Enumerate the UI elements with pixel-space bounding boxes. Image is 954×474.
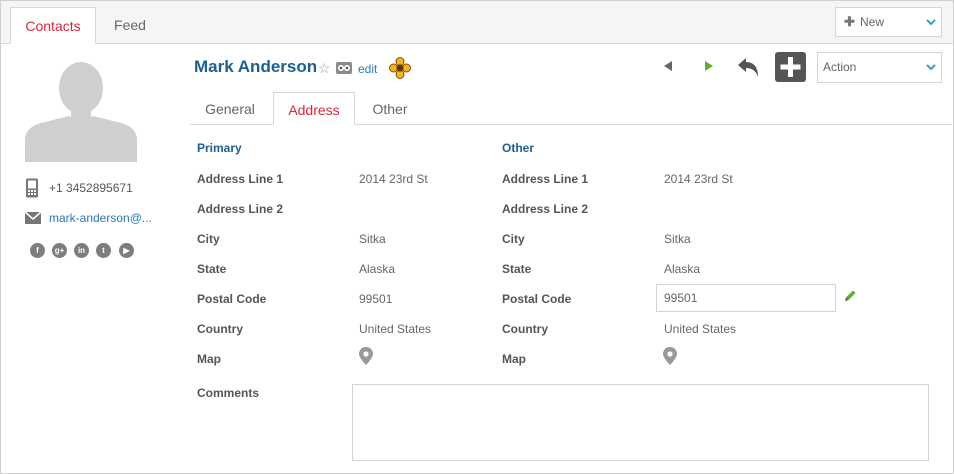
other-address-line1-value: 2014 23rd St (664, 172, 733, 186)
owl-icon[interactable] (336, 62, 352, 74)
primary-state-value: Alaska (359, 262, 396, 276)
flower-icon[interactable] (389, 57, 411, 79)
primary-country-value: United States (359, 322, 432, 336)
other-city-label: City (502, 232, 525, 246)
primary-map-label: Map (197, 352, 221, 366)
other-map-label: Map (502, 352, 526, 366)
facebook-icon[interactable]: f (30, 243, 45, 258)
other-address-line1-label: Address Line 1 (502, 172, 589, 186)
pencil-icon[interactable] (843, 289, 857, 303)
primary-city-label: City (197, 232, 220, 246)
previous-arrow-icon[interactable] (662, 60, 674, 72)
tab-other[interactable]: Other (357, 92, 423, 125)
other-city-value: Sitka (664, 232, 691, 246)
primary-postal-code-value: 99501 (359, 292, 393, 306)
envelope-icon (25, 212, 41, 224)
primary-country-label: Country (197, 322, 243, 336)
contact-name: Mark Anderson (194, 57, 318, 76)
tab-feed[interactable]: Feed (96, 7, 164, 44)
new-button-label: New (860, 15, 885, 29)
plus-icon: ✚ (844, 14, 855, 29)
youtube-icon[interactable]: ▶ (119, 243, 134, 258)
other-country-label: Country (502, 322, 548, 336)
primary-address-line1-label: Address Line 1 (197, 172, 284, 186)
other-state-value: Alaska (664, 262, 701, 276)
new-button[interactable]: ✚ New (835, 7, 942, 37)
email-link[interactable]: mark-anderson@... (49, 210, 152, 226)
phone-number: +1 3452895671 (49, 181, 133, 195)
comments-label: Comments (197, 386, 260, 400)
chevron-down-icon (926, 64, 936, 71)
reply-icon[interactable] (736, 54, 762, 80)
comments-field[interactable] (352, 384, 929, 461)
action-dropdown[interactable]: Action (817, 52, 942, 83)
primary-city-value: Sitka (359, 232, 386, 246)
mobile-phone-icon (26, 178, 38, 198)
tab-general[interactable]: General (190, 92, 270, 125)
other-postal-code-field[interactable]: 99501 (656, 284, 836, 312)
primary-heading: Primary (197, 141, 242, 155)
primary-postal-code-label: Postal Code (197, 292, 267, 306)
other-heading: Other (502, 141, 535, 155)
primary-address-line1-value: 2014 23rd St (359, 172, 428, 186)
linkedin-icon[interactable]: in (74, 243, 89, 258)
primary-address-line2-label: Address Line 2 (197, 202, 284, 216)
chevron-down-icon (926, 19, 936, 26)
other-address-line2-label: Address Line 2 (502, 202, 589, 216)
star-icon[interactable]: ☆ (318, 60, 331, 77)
next-arrow-icon[interactable] (703, 60, 715, 72)
google-plus-icon[interactable]: g+ (52, 243, 67, 258)
tab-address[interactable]: Address (273, 92, 355, 125)
avatar (25, 62, 137, 162)
action-dropdown-label: Action (823, 60, 857, 74)
plus-icon (780, 57, 801, 77)
edit-link[interactable]: edit (358, 62, 377, 76)
other-country-value: United States (664, 322, 737, 336)
primary-state-label: State (197, 262, 227, 276)
map-pin-icon[interactable] (663, 347, 677, 365)
other-postal-code-label: Postal Code (502, 292, 572, 306)
add-button[interactable] (775, 52, 806, 82)
tab-contacts[interactable]: Contacts (10, 7, 96, 44)
twitter-icon[interactable]: t (96, 243, 111, 258)
map-pin-icon[interactable] (359, 347, 373, 365)
other-state-label: State (502, 262, 532, 276)
